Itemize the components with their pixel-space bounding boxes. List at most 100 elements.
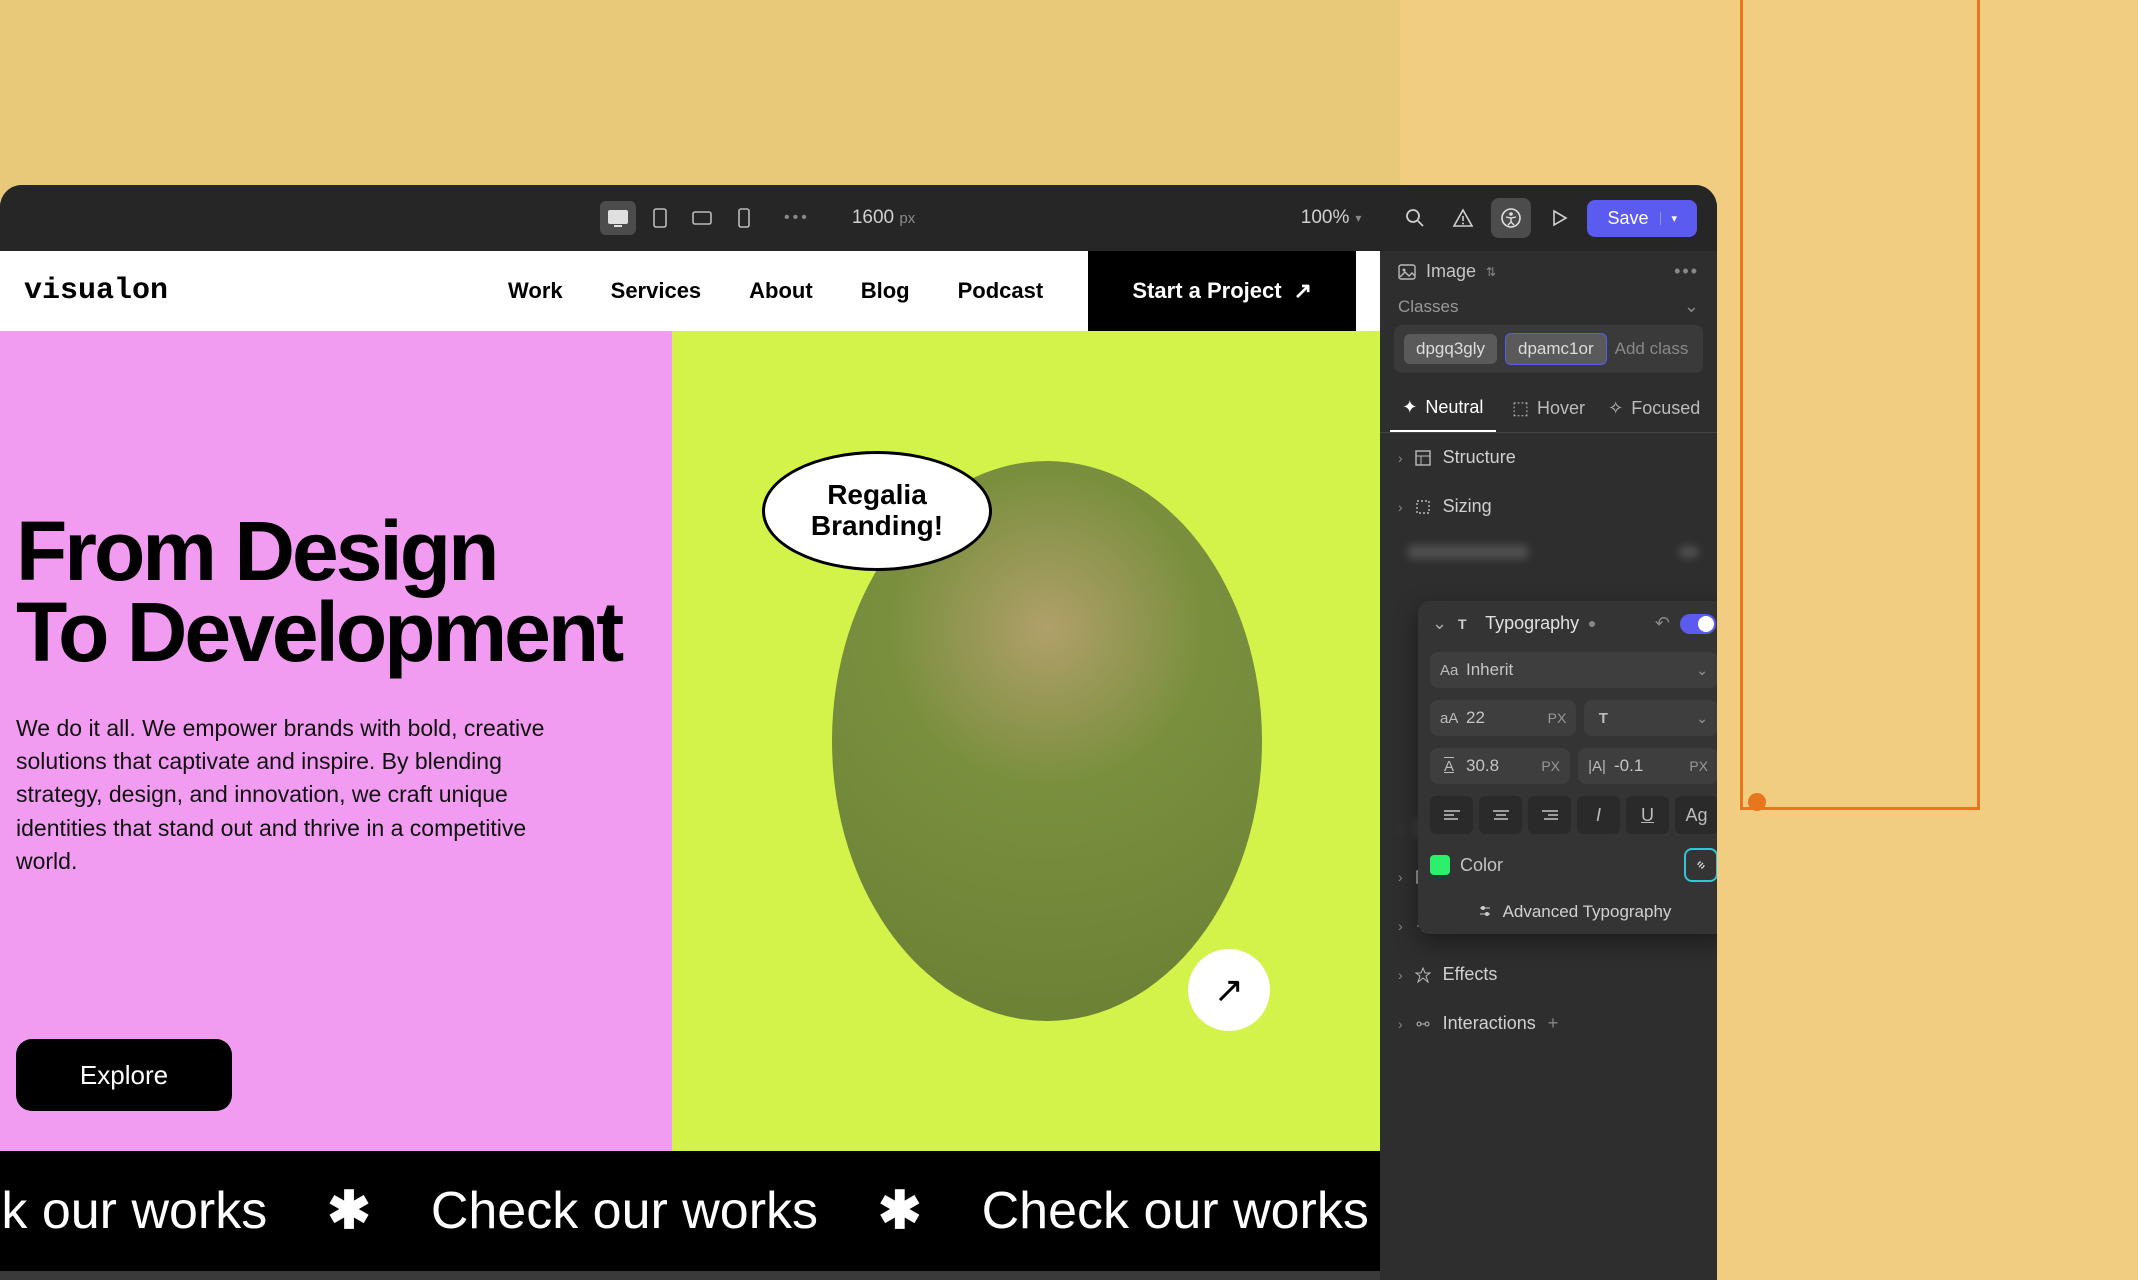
align-center-icon bbox=[1493, 809, 1509, 821]
speech-bubble: Regalia Branding! bbox=[762, 451, 992, 571]
chevron-right-icon: › bbox=[1398, 869, 1403, 885]
mobile-icon bbox=[738, 208, 750, 228]
bubble-line1: Regalia bbox=[811, 480, 943, 511]
state-tab-focused[interactable]: ✧ Focused bbox=[1601, 385, 1707, 432]
link-icon bbox=[1693, 857, 1709, 873]
text-transform-button[interactable]: Ag bbox=[1675, 796, 1717, 834]
advanced-typography-label: Advanced Typography bbox=[1503, 902, 1672, 922]
hero-title-line1: From Design bbox=[16, 511, 656, 592]
italic-button[interactable]: I bbox=[1577, 796, 1620, 834]
warning-icon bbox=[1452, 208, 1474, 228]
preview-button[interactable] bbox=[1539, 198, 1579, 238]
cta-label: Start a Project bbox=[1132, 278, 1281, 304]
hero-body-text: We do it all. We empower brands with bol… bbox=[16, 712, 576, 878]
nav-link-podcast[interactable]: Podcast bbox=[958, 278, 1044, 304]
typography-header[interactable]: ⌄ T Typography ↶ bbox=[1418, 601, 1717, 646]
device-desktop-button[interactable] bbox=[600, 201, 636, 235]
font-family-value: Inherit bbox=[1466, 660, 1513, 680]
align-right-button[interactable] bbox=[1528, 796, 1571, 834]
advanced-typography-button[interactable]: Advanced Typography bbox=[1418, 890, 1717, 934]
undo-icon[interactable]: ↶ bbox=[1655, 613, 1670, 634]
design-canvas[interactable]: visualon Work Services About Blog Podcas… bbox=[0, 251, 1380, 1280]
letter-spacing-unit: PX bbox=[1689, 758, 1708, 774]
text-color-row[interactable]: Color bbox=[1418, 840, 1717, 890]
section-sizing[interactable]: › Sizing bbox=[1380, 482, 1717, 531]
explore-label: Explore bbox=[80, 1060, 168, 1091]
editor-window: ••• 1600 px 100% ▾ Save ▾ bbox=[0, 185, 1717, 1280]
section-structure[interactable]: › Structure bbox=[1380, 433, 1717, 482]
line-height-unit: PX bbox=[1541, 758, 1560, 774]
font-size-icon: aA bbox=[1440, 710, 1458, 727]
chevron-down-icon[interactable]: ▾ bbox=[1660, 212, 1677, 225]
letter-spacing-input[interactable]: |A| -0.1 PX bbox=[1578, 748, 1717, 784]
chevron-right-icon: › bbox=[1398, 918, 1403, 934]
effects-icon bbox=[1415, 967, 1431, 983]
font-weight-select[interactable]: T ⌄ bbox=[1584, 700, 1717, 736]
site-logo[interactable]: visualon bbox=[24, 274, 168, 308]
accessibility-icon bbox=[1501, 208, 1521, 228]
arrow-up-right-icon: ↗ bbox=[1294, 278, 1312, 304]
plus-icon: + bbox=[1548, 1013, 1559, 1034]
focused-icon: ✧ bbox=[1608, 398, 1623, 419]
font-size-unit: PX bbox=[1548, 710, 1567, 726]
section-blurred bbox=[1380, 531, 1717, 573]
classes-label: Classes bbox=[1398, 297, 1458, 317]
font-icon: Aa bbox=[1440, 662, 1458, 679]
explore-button[interactable]: Explore bbox=[16, 1039, 232, 1111]
section-effects[interactable]: › Effects bbox=[1380, 950, 1717, 999]
zoom-control[interactable]: 100% ▾ bbox=[1301, 207, 1362, 229]
chevron-right-icon: › bbox=[1398, 1016, 1403, 1032]
save-button[interactable]: Save ▾ bbox=[1587, 200, 1697, 237]
search-button[interactable] bbox=[1395, 198, 1435, 238]
font-size-value: 22 bbox=[1466, 708, 1485, 728]
device-tablet-portrait-button[interactable] bbox=[642, 201, 678, 235]
more-icon[interactable]: ••• bbox=[1674, 261, 1699, 282]
hero-title-line2: To Development bbox=[16, 592, 656, 673]
start-project-button[interactable]: Start a Project ↗ bbox=[1088, 251, 1356, 331]
hero-arrow-button[interactable]: ↗ bbox=[1188, 949, 1270, 1031]
selected-element-row[interactable]: Image ⇅ ••• bbox=[1380, 251, 1717, 292]
align-left-button[interactable] bbox=[1430, 796, 1473, 834]
state-tab-hover[interactable]: ⬚ Hover bbox=[1496, 385, 1602, 432]
class-pill[interactable]: dpgq3gly bbox=[1404, 334, 1497, 364]
hero-title: From Design To Development bbox=[16, 511, 656, 672]
search-icon bbox=[1405, 208, 1425, 228]
nav-link-work[interactable]: Work bbox=[508, 278, 563, 304]
chevron-right-icon: › bbox=[1398, 450, 1403, 466]
canvas-width-display[interactable]: 1600 px bbox=[852, 207, 915, 229]
modified-indicator bbox=[1589, 621, 1595, 627]
interactions-icon bbox=[1415, 1016, 1431, 1032]
color-link-button[interactable] bbox=[1684, 848, 1717, 882]
font-size-input[interactable]: aA 22 PX bbox=[1430, 700, 1576, 736]
class-pill[interactable]: dpamc1or bbox=[1505, 333, 1607, 365]
typography-toggle[interactable] bbox=[1680, 614, 1716, 634]
line-height-input[interactable]: A 30.8 PX bbox=[1430, 748, 1570, 784]
underline-button[interactable]: U bbox=[1626, 796, 1669, 834]
site-nav: Work Services About Blog Podcast bbox=[508, 278, 1043, 304]
device-mobile-button[interactable] bbox=[726, 201, 762, 235]
classes-dropdown-icon[interactable]: ⌄ bbox=[1684, 296, 1699, 317]
chevron-down-icon: ▾ bbox=[1355, 211, 1361, 225]
align-left-icon bbox=[1444, 809, 1460, 821]
sort-icon: ⇅ bbox=[1486, 265, 1496, 279]
classes-input[interactable]: dpgq3gly dpamc1or Add class bbox=[1394, 325, 1703, 373]
more-devices-button[interactable]: ••• bbox=[784, 209, 810, 227]
nav-link-services[interactable]: Services bbox=[611, 278, 702, 304]
device-toggle-group bbox=[600, 201, 762, 235]
device-tablet-landscape-button[interactable] bbox=[684, 201, 720, 235]
section-interactions[interactable]: › Interactions + bbox=[1380, 999, 1717, 1048]
canvas-width-value: 1600 bbox=[852, 207, 894, 228]
decorative-dot bbox=[1748, 793, 1766, 811]
color-swatch[interactable] bbox=[1430, 855, 1450, 875]
chevron-right-icon: › bbox=[1398, 820, 1403, 836]
chevron-right-icon: › bbox=[1398, 967, 1403, 983]
nav-link-about[interactable]: About bbox=[749, 278, 813, 304]
state-tab-neutral[interactable]: ✦ Neutral bbox=[1390, 385, 1496, 432]
accessibility-button[interactable] bbox=[1491, 198, 1531, 238]
align-center-button[interactable] bbox=[1479, 796, 1522, 834]
font-family-select[interactable]: Aa Inherit ⌄ bbox=[1430, 652, 1717, 688]
save-button-label: Save bbox=[1607, 208, 1648, 229]
nav-link-blog[interactable]: Blog bbox=[861, 278, 910, 304]
warnings-button[interactable] bbox=[1443, 198, 1483, 238]
canvas-width-unit: px bbox=[899, 210, 915, 227]
